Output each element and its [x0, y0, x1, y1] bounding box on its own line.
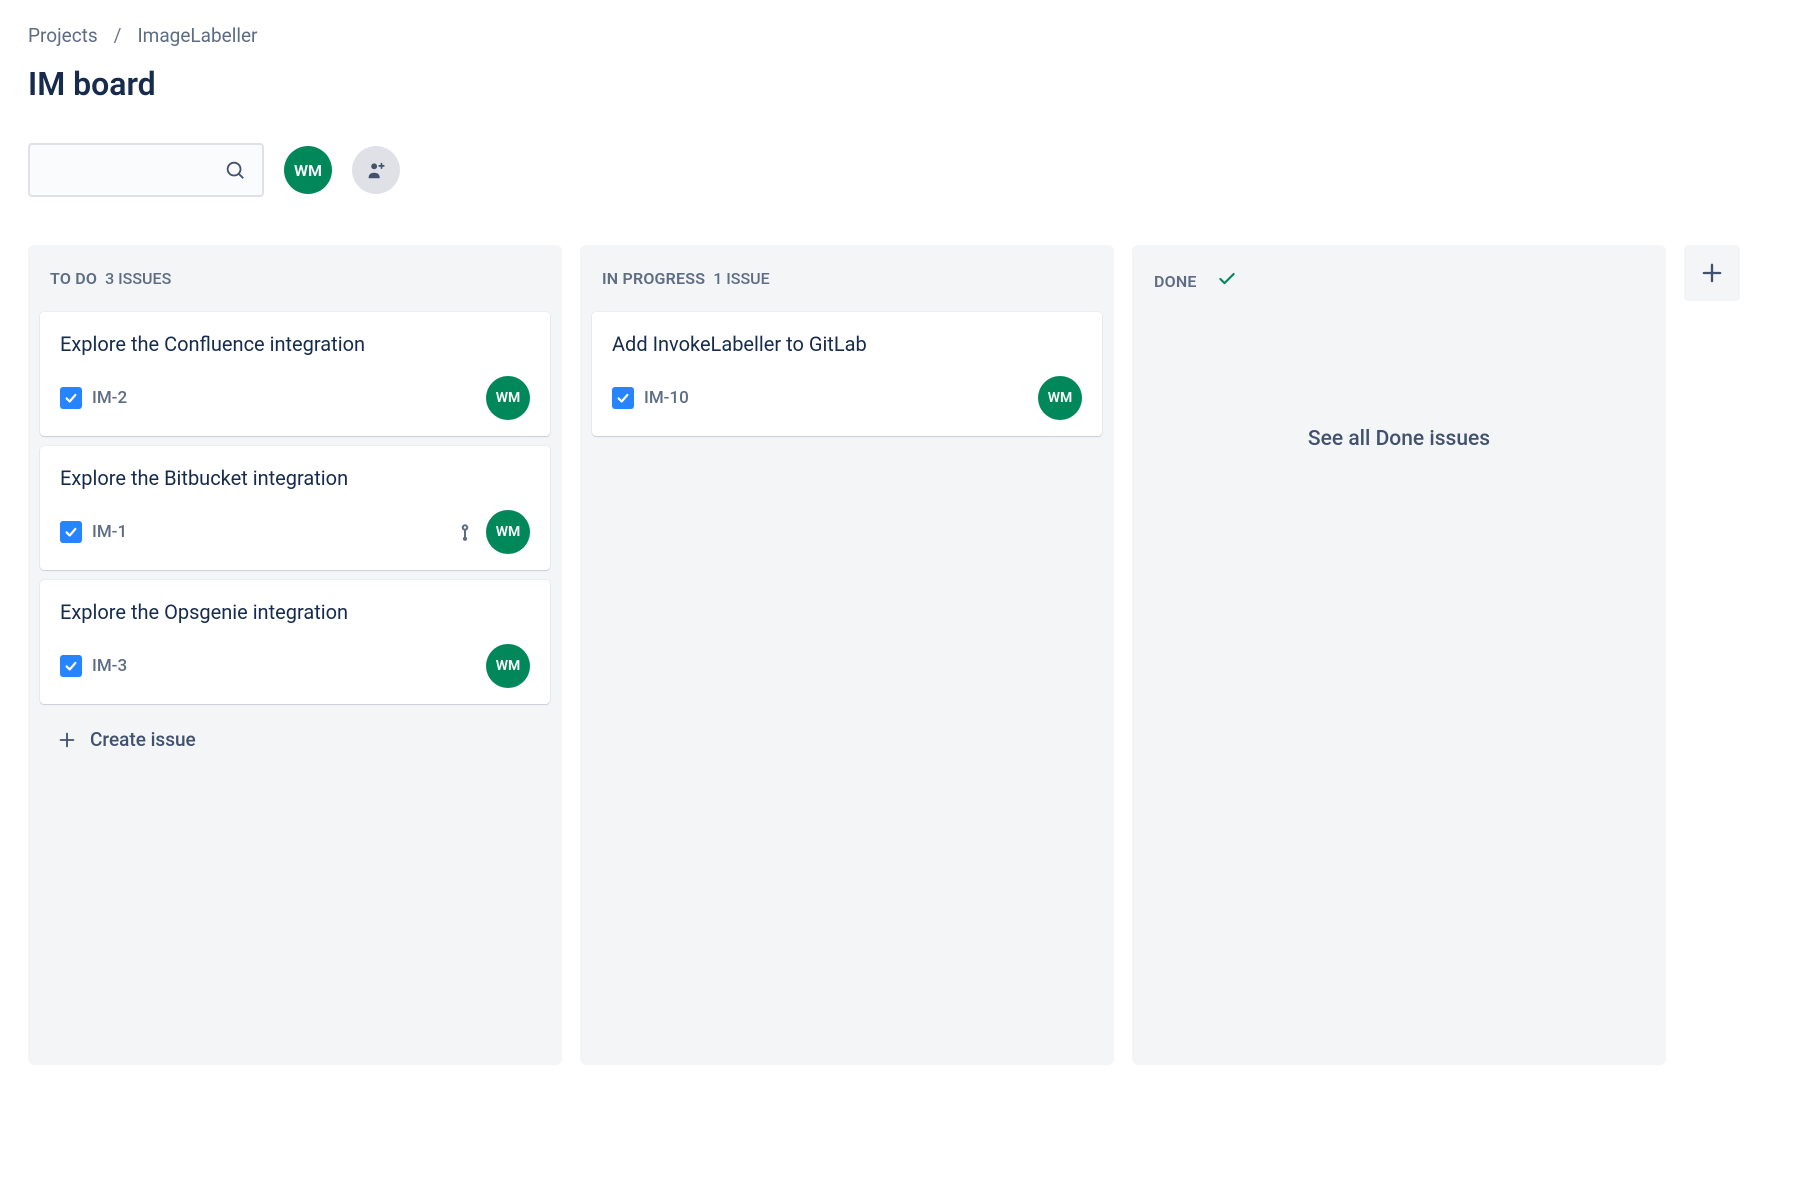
- issue-key: IM-3: [92, 656, 127, 676]
- issue-key: IM-1: [92, 522, 127, 542]
- plus-icon: [1698, 259, 1726, 287]
- column-count: 3 ISSUES: [105, 269, 171, 288]
- issue-card[interactable]: Explore the Opsgenie integration IM-3 WM: [40, 580, 550, 704]
- create-issue-button[interactable]: Create issue: [40, 714, 550, 765]
- column-done: DONE See all Done issues: [1132, 245, 1666, 1065]
- issue-card[interactable]: Add InvokeLabeller to GitLab IM-10 WM: [592, 312, 1102, 436]
- task-icon: [60, 521, 82, 543]
- column-to-do: TO DO 3 ISSUES Explore the Confluence in…: [28, 245, 562, 1065]
- column-in-progress: IN PROGRESS 1 ISSUE Add InvokeLabeller t…: [580, 245, 1114, 1065]
- check-icon: [1217, 269, 1237, 293]
- add-column-button[interactable]: [1684, 245, 1740, 301]
- kanban-board: TO DO 3 ISSUES Explore the Confluence in…: [28, 245, 1774, 1065]
- task-icon: [60, 387, 82, 409]
- column-title: TO DO: [50, 269, 97, 288]
- assignee-avatar[interactable]: WM: [486, 376, 530, 420]
- breadcrumb-projects[interactable]: Projects: [28, 24, 98, 47]
- column-header[interactable]: DONE: [1140, 253, 1658, 317]
- assignee-avatar[interactable]: WM: [486, 510, 530, 554]
- priority-icon: [456, 523, 474, 541]
- search-input[interactable]: [28, 143, 264, 197]
- plus-icon: [56, 729, 78, 751]
- see-all-done-link[interactable]: See all Done issues: [1140, 317, 1658, 451]
- issue-title: Add InvokeLabeller to GitLab: [612, 330, 1082, 358]
- column-header[interactable]: IN PROGRESS 1 ISSUE: [588, 253, 1106, 312]
- user-avatar-filter[interactable]: WM: [284, 146, 332, 194]
- issue-title: Explore the Bitbucket integration: [60, 464, 380, 492]
- column-title: IN PROGRESS: [602, 269, 705, 288]
- issue-card[interactable]: Explore the Bitbucket integration IM-1 W…: [40, 446, 550, 570]
- add-person-icon: [365, 159, 387, 181]
- column-header[interactable]: TO DO 3 ISSUES: [36, 253, 554, 312]
- issue-key: IM-10: [644, 388, 689, 408]
- task-icon: [60, 655, 82, 677]
- breadcrumb: Projects / ImageLabeller: [28, 24, 1774, 47]
- page-title: IM board: [28, 65, 1774, 103]
- issue-title: Explore the Opsgenie integration: [60, 598, 380, 626]
- search-icon: [224, 159, 246, 181]
- column-count: 1 ISSUE: [713, 269, 769, 288]
- assignee-avatar[interactable]: WM: [1038, 376, 1082, 420]
- breadcrumb-separator: /: [114, 24, 122, 47]
- issue-title: Explore the Confluence integration: [60, 330, 380, 358]
- create-issue-label: Create issue: [90, 728, 196, 751]
- issue-card[interactable]: Explore the Confluence integration IM-2 …: [40, 312, 550, 436]
- task-icon: [612, 387, 634, 409]
- issue-key: IM-2: [92, 388, 127, 408]
- assignee-avatar[interactable]: WM: [486, 644, 530, 688]
- breadcrumb-project-name[interactable]: ImageLabeller: [138, 24, 258, 47]
- add-people-button[interactable]: [352, 146, 400, 194]
- column-title: DONE: [1154, 272, 1197, 291]
- board-toolbar: WM: [28, 143, 1774, 197]
